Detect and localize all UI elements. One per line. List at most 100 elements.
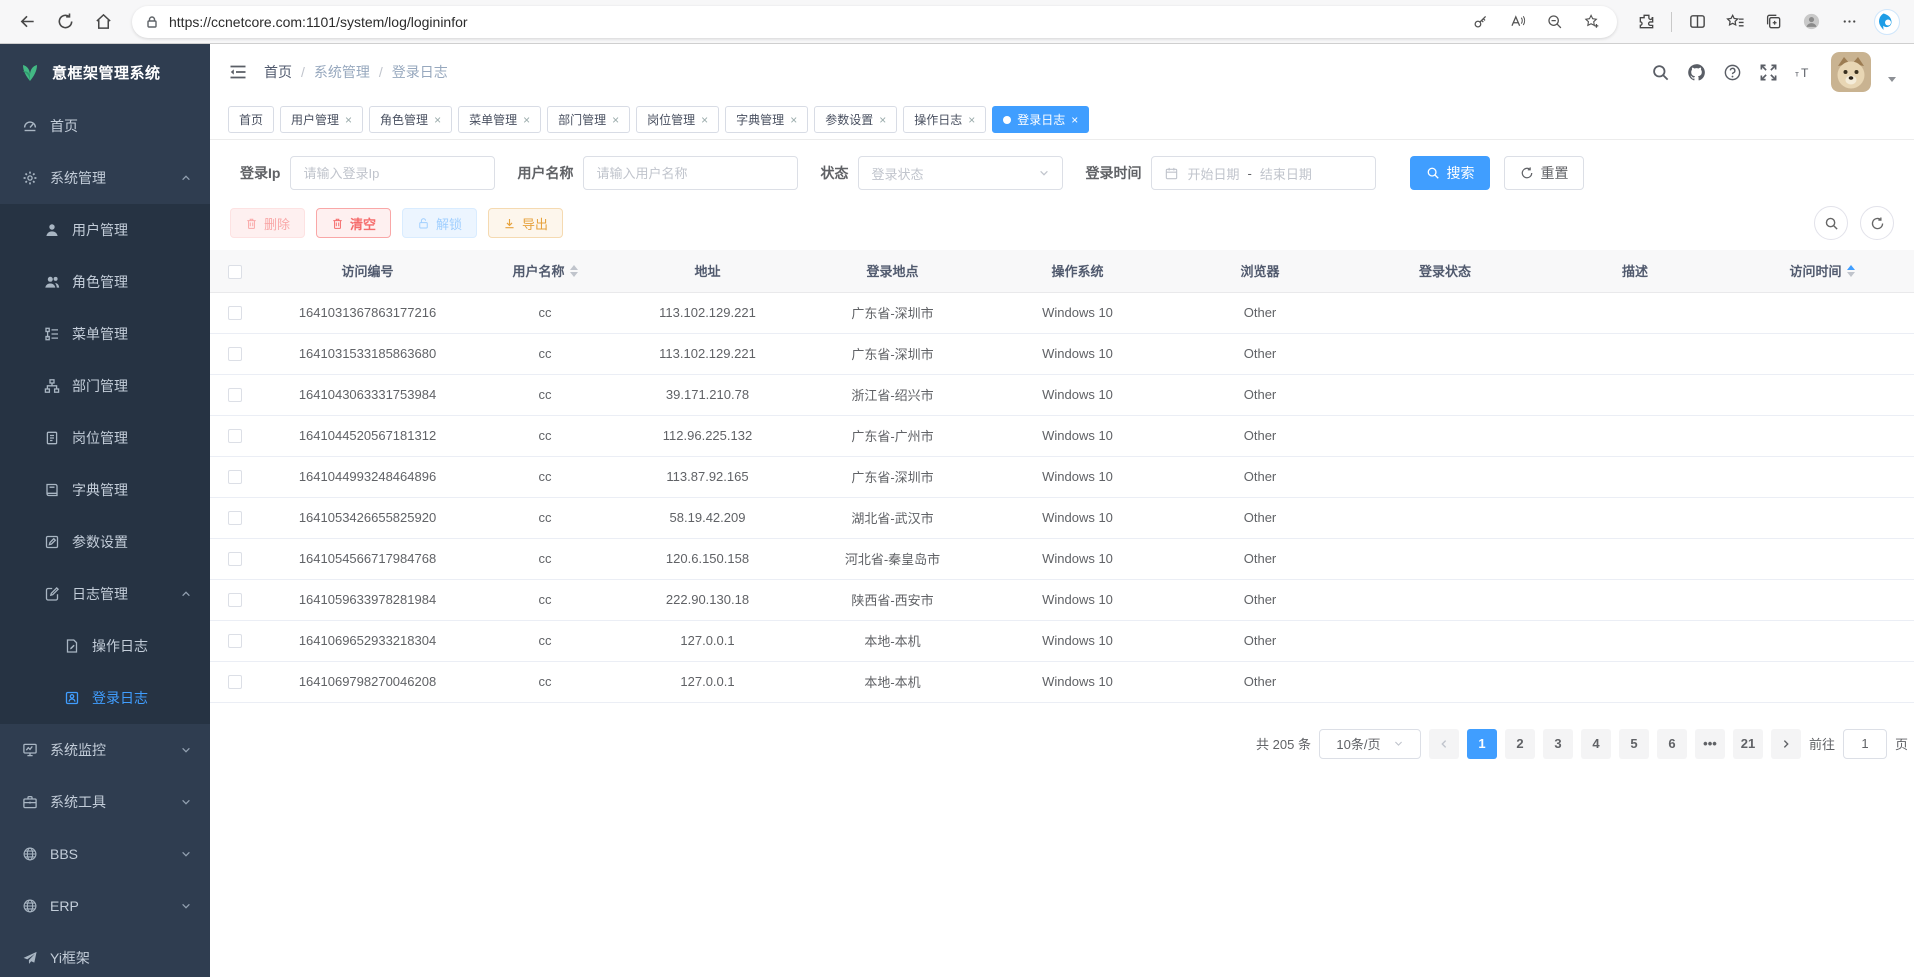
tab-close-icon[interactable]: × [1071, 113, 1078, 127]
sidebar-item-日志管理[interactable]: 日志管理 [0, 568, 210, 620]
github-icon[interactable] [1687, 63, 1706, 82]
reset-button[interactable]: 重置 [1504, 156, 1584, 190]
sidebar-item-系统管理[interactable]: 系统管理 [0, 152, 210, 204]
tab-登录日志[interactable]: 登录日志× [992, 106, 1089, 133]
collections-icon[interactable] [1756, 5, 1790, 39]
login-time-range-picker[interactable]: 开始日期 - 结束日期 [1151, 156, 1376, 190]
page-button-3[interactable]: 3 [1543, 729, 1573, 759]
tab-岗位管理[interactable]: 岗位管理× [636, 106, 719, 133]
breadcrumb-item[interactable]: 系统管理 [314, 62, 370, 82]
tab-close-icon[interactable]: × [790, 113, 797, 127]
fullscreen-icon[interactable] [1759, 63, 1778, 82]
split-screen-icon[interactable] [1680, 5, 1714, 39]
tab-close-icon[interactable]: × [879, 113, 886, 127]
tab-字典管理[interactable]: 字典管理× [725, 106, 808, 133]
tab-close-icon[interactable]: × [523, 113, 530, 127]
page-button-5[interactable]: 5 [1619, 729, 1649, 759]
tab-角色管理[interactable]: 角色管理× [369, 106, 452, 133]
sidebar-collapse-icon[interactable] [228, 62, 248, 82]
page-button-6[interactable]: 6 [1657, 729, 1687, 759]
tab-close-icon[interactable]: × [968, 113, 975, 127]
page-button-2[interactable]: 2 [1505, 729, 1535, 759]
column-header-用户名称[interactable]: 用户名称 [475, 250, 615, 292]
tab-close-icon[interactable]: × [701, 113, 708, 127]
tab-首页[interactable]: 首页 [228, 106, 274, 133]
row-checkbox[interactable] [228, 675, 242, 689]
avatar[interactable] [1831, 52, 1871, 92]
sidebar-item-Yi框架[interactable]: Yi框架 [0, 932, 210, 977]
tab-操作日志[interactable]: 操作日志× [903, 106, 986, 133]
zoom-out-icon[interactable] [1540, 8, 1568, 36]
font-size-icon[interactable]: тT [1795, 63, 1814, 82]
clear-button[interactable]: 清空 [316, 208, 391, 238]
sidebar-item-角色管理[interactable]: 角色管理 [0, 256, 210, 308]
extensions-icon[interactable] [1629, 5, 1663, 39]
page-size-select[interactable]: 10条/页 [1319, 729, 1421, 759]
row-checkbox[interactable] [228, 552, 242, 566]
password-key-icon[interactable] [1466, 8, 1494, 36]
goto-page-input[interactable] [1843, 729, 1887, 759]
refresh-table-button[interactable] [1860, 206, 1894, 240]
sidebar-item-参数设置[interactable]: 参数设置 [0, 516, 210, 568]
select-all-checkbox[interactable] [228, 265, 242, 279]
row-checkbox[interactable] [228, 388, 242, 402]
row-checkbox[interactable] [228, 306, 242, 320]
browser-back-icon[interactable] [10, 5, 44, 39]
sidebar-item-部门管理[interactable]: 部门管理 [0, 360, 210, 412]
next-page-button[interactable] [1771, 729, 1801, 759]
status-select[interactable]: 登录状态 [858, 156, 1063, 190]
sidebar-item-操作日志[interactable]: 操作日志 [0, 620, 210, 672]
help-icon[interactable] [1723, 63, 1742, 82]
page-button-4[interactable]: 4 [1581, 729, 1611, 759]
browser-menu-icon[interactable] [1832, 5, 1866, 39]
header-search-icon[interactable] [1651, 63, 1670, 82]
user-name-input[interactable] [583, 156, 798, 190]
export-button[interactable]: 导出 [488, 208, 563, 238]
search-button[interactable]: 搜索 [1410, 156, 1490, 190]
sidebar-item-岗位管理[interactable]: 岗位管理 [0, 412, 210, 464]
row-checkbox[interactable] [228, 347, 242, 361]
sort-caret-icon[interactable] [570, 265, 578, 277]
tab-用户管理[interactable]: 用户管理× [280, 106, 363, 133]
tab-close-icon[interactable]: × [434, 113, 441, 127]
copilot-icon[interactable] [1870, 5, 1904, 39]
browser-refresh-icon[interactable] [48, 5, 82, 39]
sidebar-item-菜单管理[interactable]: 菜单管理 [0, 308, 210, 360]
tab-close-icon[interactable]: × [345, 113, 352, 127]
page-button-1[interactable]: 1 [1467, 729, 1497, 759]
address-bar[interactable]: https://ccnetcore.com:1101/system/log/lo… [132, 6, 1617, 38]
tab-参数设置[interactable]: 参数设置× [814, 106, 897, 133]
toggle-search-button[interactable] [1814, 206, 1848, 240]
sidebar-item-登录日志[interactable]: 登录日志 [0, 672, 210, 724]
delete-button[interactable]: 删除 [230, 208, 305, 238]
sidebar-item-BBS[interactable]: BBS [0, 828, 210, 880]
url-text[interactable]: https://ccnetcore.com:1101/system/log/lo… [169, 14, 1457, 30]
prev-page-button[interactable] [1429, 729, 1459, 759]
sort-caret-icon[interactable] [1847, 265, 1855, 277]
tab-部门管理[interactable]: 部门管理× [547, 106, 630, 133]
sidebar-item-系统监控[interactable]: 系统监控 [0, 724, 210, 776]
more-pages-button[interactable]: ••• [1695, 729, 1725, 759]
read-aloud-icon[interactable] [1503, 8, 1531, 36]
row-checkbox[interactable] [228, 470, 242, 484]
browser-profile-icon[interactable] [1794, 5, 1828, 39]
breadcrumb-item[interactable]: 首页 [264, 62, 292, 82]
favorites-add-icon[interactable] [1577, 8, 1605, 36]
tab-close-icon[interactable]: × [612, 113, 619, 127]
sidebar-item-首页[interactable]: 首页 [0, 100, 210, 152]
sidebar-item-字典管理[interactable]: 字典管理 [0, 464, 210, 516]
sidebar-item-系统工具[interactable]: 系统工具 [0, 776, 210, 828]
browser-home-icon[interactable] [86, 5, 120, 39]
column-header-访问时间[interactable]: 访问时间 [1730, 250, 1914, 292]
page-button-21[interactable]: 21 [1733, 729, 1763, 759]
sidebar-item-ERP[interactable]: ERP [0, 880, 210, 932]
avatar-caret-down-icon[interactable] [1888, 77, 1896, 82]
row-checkbox[interactable] [228, 511, 242, 525]
favorites-bar-icon[interactable] [1718, 5, 1752, 39]
row-checkbox[interactable] [228, 634, 242, 648]
row-checkbox[interactable] [228, 429, 242, 443]
login-ip-input[interactable] [290, 156, 495, 190]
row-checkbox[interactable] [228, 593, 242, 607]
tab-菜单管理[interactable]: 菜单管理× [458, 106, 541, 133]
sidebar-item-用户管理[interactable]: 用户管理 [0, 204, 210, 256]
